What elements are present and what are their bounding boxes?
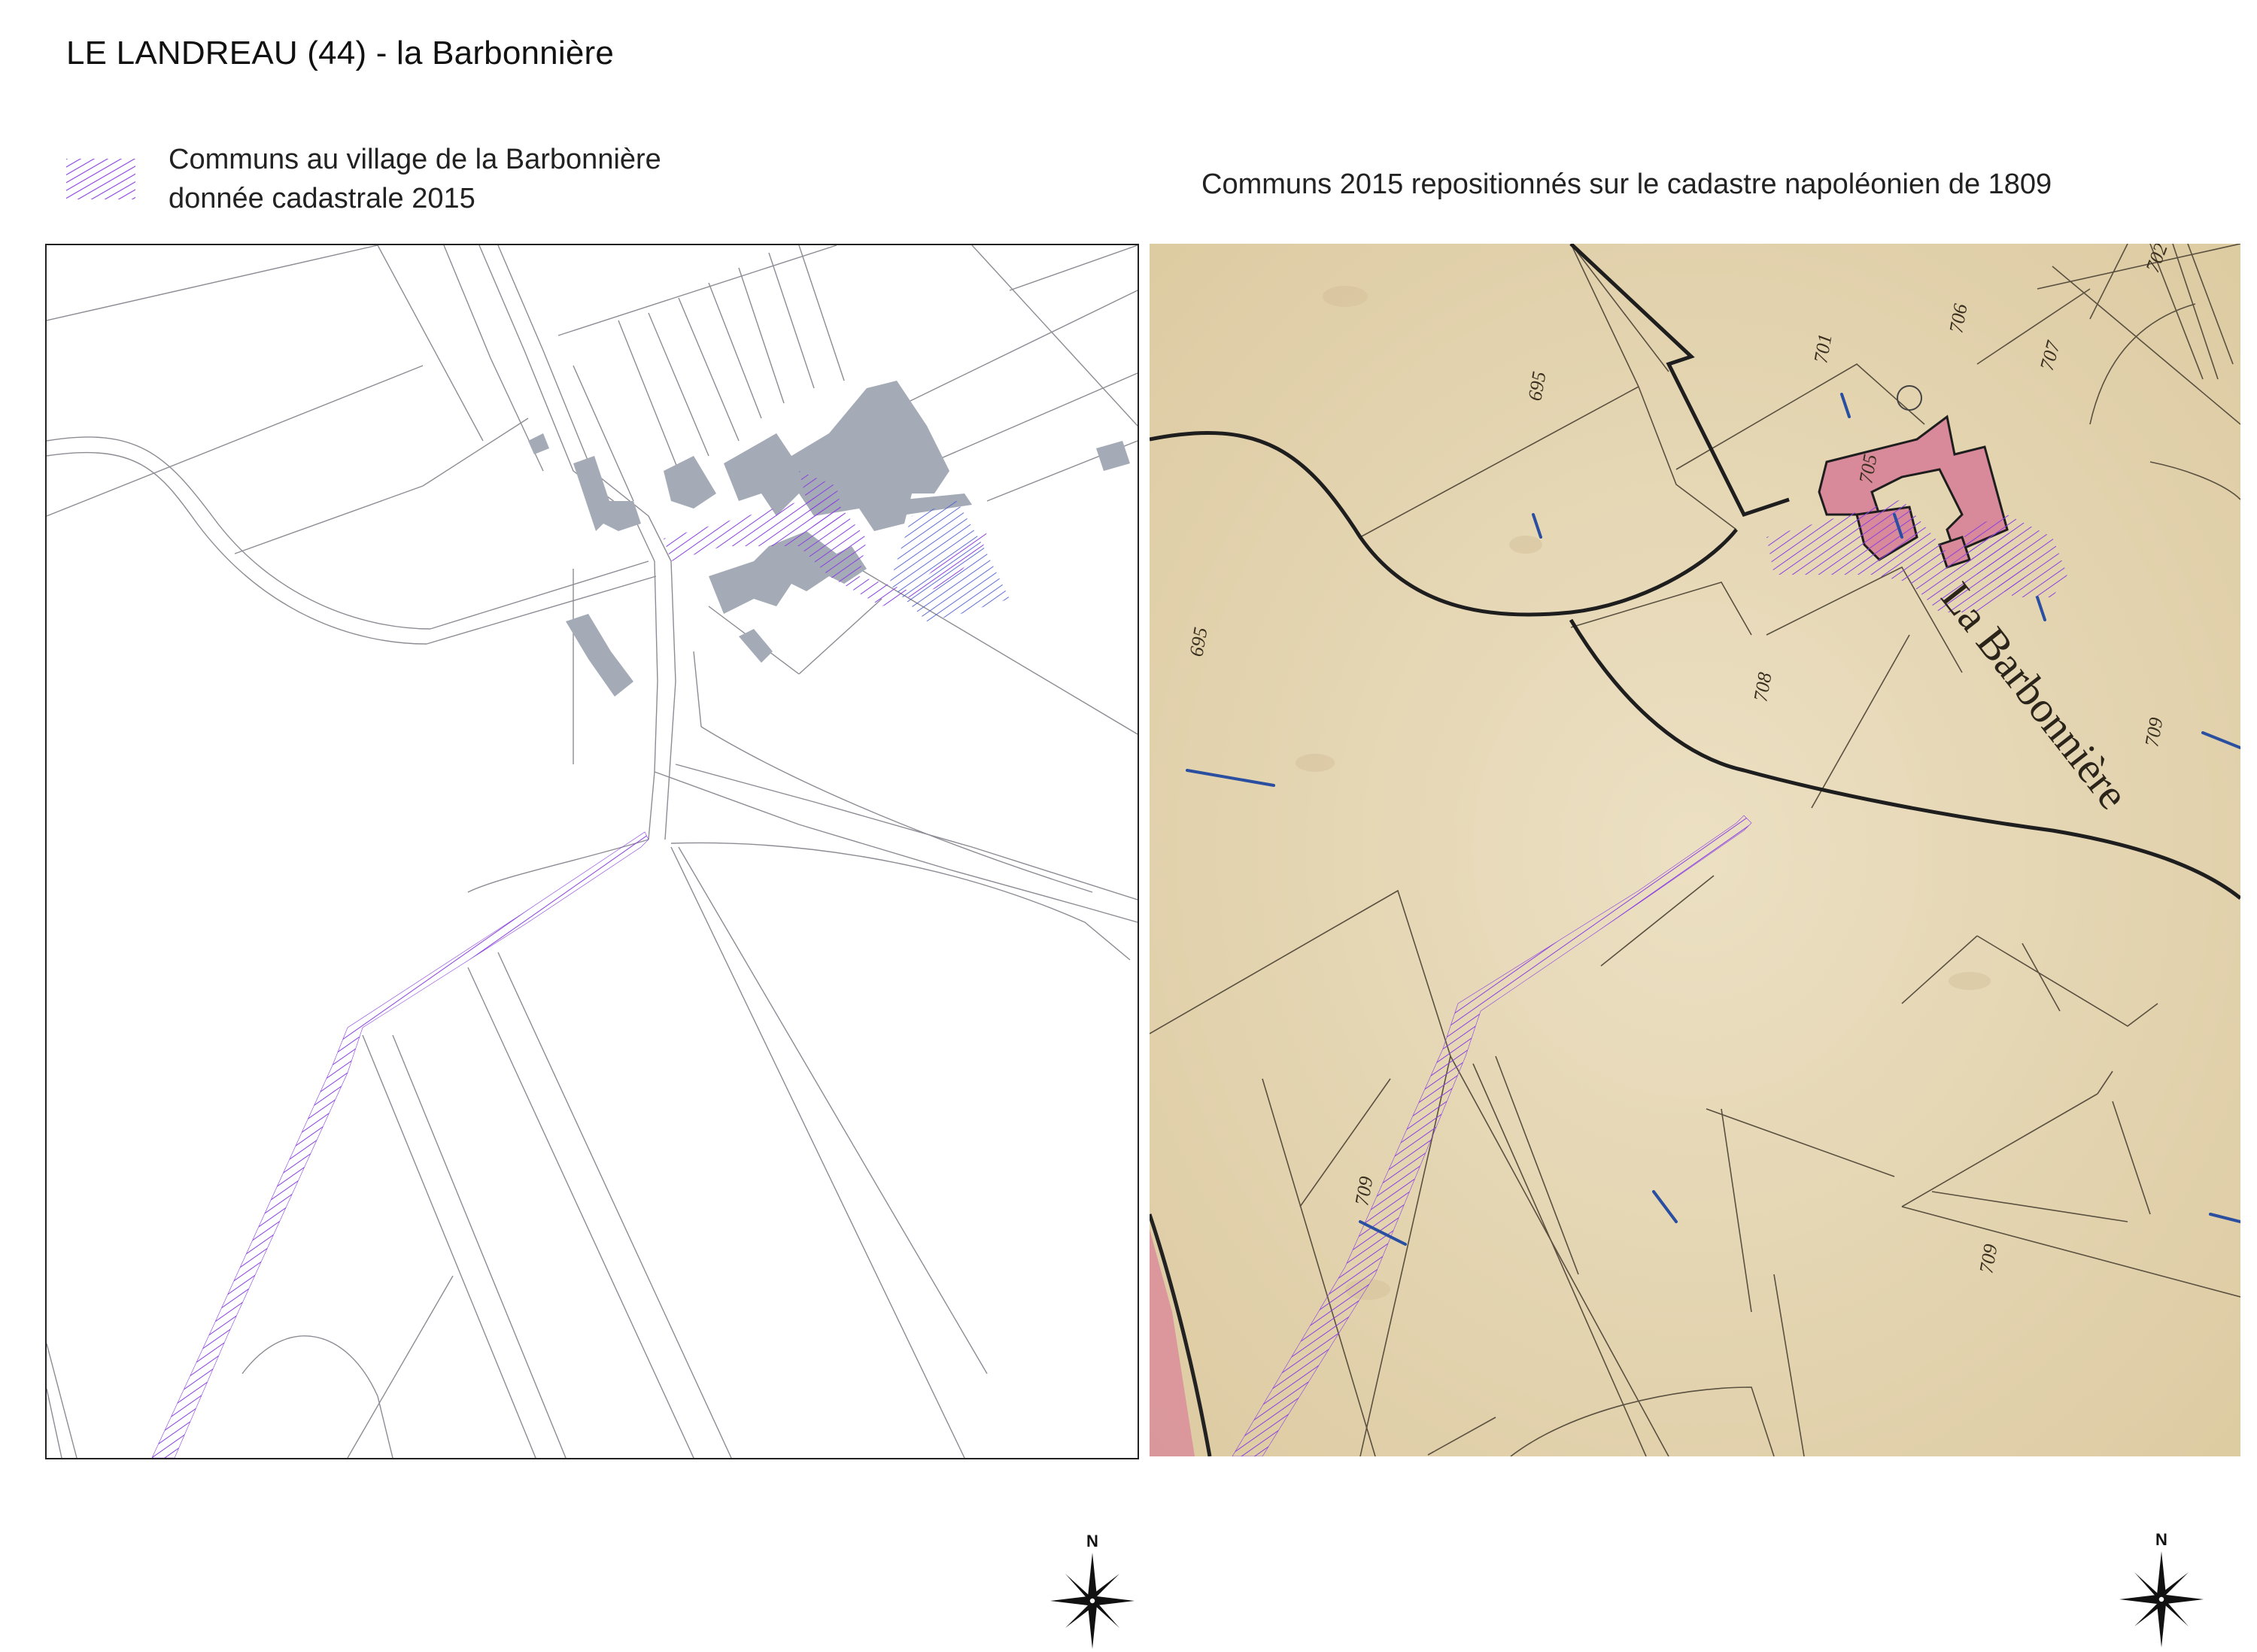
legend-line-2: donnée cadastrale 2015	[169, 183, 475, 214]
compass-rose-icon	[1050, 1553, 1135, 1649]
compass-rose-icon	[2119, 1551, 2204, 1647]
legend-hatch-swatch	[66, 159, 135, 199]
map-cadastre-2015[interactable]: N	[45, 244, 1139, 1649]
legend: Communs au village de la Barbonnière don…	[66, 140, 661, 218]
parcel-lines	[47, 245, 1138, 1458]
right-map-caption: Communs 2015 repositionnés sur le cadast…	[1201, 169, 2052, 200]
legend-line-1: Communs au village de la Barbonnière	[169, 144, 661, 175]
north-label: N	[1086, 1532, 1098, 1550]
cadastre-1809-svg: 695 695 701 706 702 707 705 708 709 709 …	[1150, 244, 2240, 1456]
map-cadastre-1809[interactable]: 695 695 701 706 702 707 705 708 709 709 …	[1150, 244, 2240, 1647]
page-title: LE LANDREAU (44) - la Barbonnière	[66, 35, 615, 71]
north-label: N	[2155, 1530, 2167, 1549]
north-arrow-left: N	[1047, 1532, 1138, 1652]
legend-text: Communs au village de la Barbonnière don…	[169, 140, 661, 218]
cadastre-2015-svg	[47, 245, 1138, 1458]
north-arrow-right: N	[2116, 1530, 2207, 1650]
